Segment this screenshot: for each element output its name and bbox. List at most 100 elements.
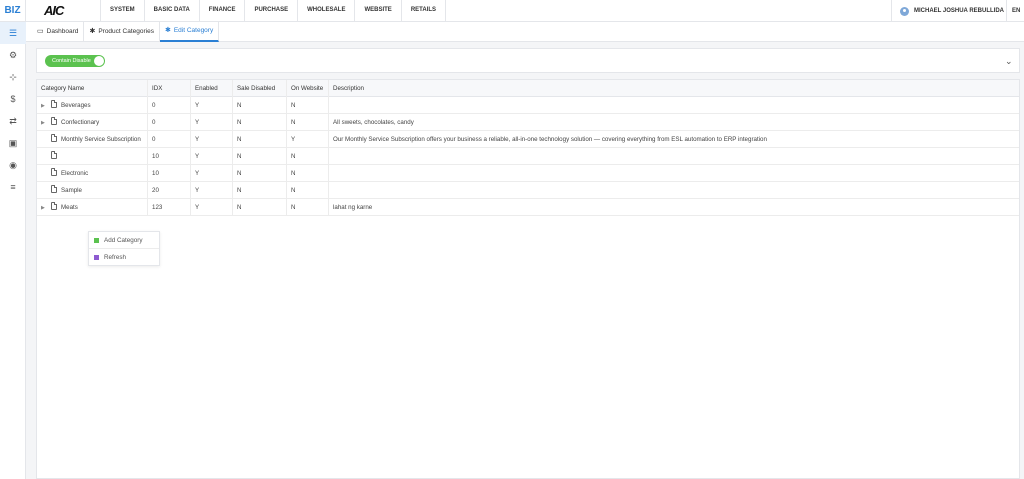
idx-cell: 0 (147, 97, 190, 114)
description-cell: lahat ng karne (328, 199, 1019, 216)
idx-cell: 10 (147, 165, 190, 182)
table-row[interactable]: ▶ Meats 123 Y N N lahat ng karne (37, 199, 1019, 216)
sidebar-item-website[interactable]: ◉ (0, 154, 26, 176)
sidebar-item-menu[interactable]: ≡ (0, 176, 26, 198)
menu-retails[interactable]: RETAILS (400, 0, 447, 22)
category-tree-grid: Category Name IDX Enabled Sale Disabled … (36, 79, 1020, 479)
menu-system[interactable]: SYSTEM (100, 0, 144, 22)
user-avatar-icon (900, 6, 909, 16)
contain-disable-toggle[interactable]: Contain Disable (45, 55, 105, 67)
tab-dashboard[interactable]: ▭ Dashboard (32, 22, 85, 42)
expand-arrow-icon[interactable]: ▶ (41, 98, 51, 114)
add-icon (94, 237, 99, 243)
enabled-cell: Y (190, 114, 232, 131)
menu-wholesale[interactable]: WHOLESALE (297, 0, 354, 22)
top-menu: SYSTEM BASIC DATA FINANCE PURCHASE WHOLE… (100, 0, 447, 22)
sale-disabled-cell: N (232, 148, 286, 165)
tab-label: Product Categories (98, 28, 154, 35)
company-logo[interactable]: AIC (40, 3, 98, 19)
monitor-icon: ▭ (37, 28, 44, 35)
list-icon: ☰ (8, 27, 18, 38)
file-icon (51, 185, 57, 193)
description-cell: All sweets, chocolates, candy (328, 114, 1019, 131)
expand-arrow-icon[interactable]: ▶ (41, 115, 51, 131)
filter-bar: Contain Disable ⌄ (36, 48, 1020, 73)
table-row[interactable]: Sample 20 Y N N (37, 182, 1019, 199)
on-website-cell: N (286, 148, 328, 165)
category-name: Monthly Service Subscription (61, 136, 141, 143)
exchange-icon: ⇄ (9, 115, 17, 126)
column-header-enabled[interactable]: Enabled (190, 80, 232, 97)
tab-label: Dashboard (46, 28, 79, 35)
tab-edit-category[interactable]: ✱ Edit Category (159, 22, 220, 42)
column-header-sale-disabled[interactable]: Sale Disabled (232, 80, 286, 97)
brand-label[interactable]: BIZ (0, 0, 26, 22)
sidebar-item-settings[interactable]: ⚙ (0, 44, 26, 66)
category-name: Sample (61, 187, 82, 194)
table-row[interactable]: ▶ Confectionary 0 Y N N All sweets, choco… (37, 114, 1019, 131)
description-cell (328, 182, 1019, 199)
file-icon (51, 134, 57, 142)
asterisk-icon: ✱ (164, 27, 171, 34)
chevron-down-icon[interactable]: ⌄ (1005, 56, 1013, 67)
on-website-cell: N (286, 182, 328, 199)
menu-item-label: Refresh (104, 254, 127, 261)
enabled-cell: Y (190, 165, 232, 182)
table-row[interactable]: Electronic 10 Y N N (37, 165, 1019, 182)
sidebar: ☰ ⚙ ⊹ $ ⇄ ▣ ◉ ≡ (0, 22, 26, 479)
page-tabs: ▭ Dashboard ✱ Product Categories ✱ Edit … (26, 22, 1024, 42)
dollar-icon: $ (10, 94, 16, 104)
grid-header: Category Name IDX Enabled Sale Disabled … (37, 80, 1019, 97)
sale-disabled-cell: N (232, 131, 286, 148)
idx-cell: 0 (147, 114, 190, 131)
sidebar-item-finance[interactable]: $ (0, 88, 26, 110)
menu-basic-data[interactable]: BASIC DATA (143, 0, 199, 22)
enabled-cell: Y (190, 131, 232, 148)
sidebar-item-cash[interactable]: ▣ (0, 132, 26, 154)
on-website-cell: N (286, 165, 328, 182)
file-icon (51, 117, 57, 125)
sale-disabled-cell: N (232, 199, 286, 216)
language-selector[interactable]: EN (1012, 0, 1020, 22)
enabled-cell: Y (190, 182, 232, 199)
column-header-idx[interactable]: IDX (147, 80, 190, 97)
table-row[interactable]: ▶ Beverages 0 Y N N (37, 97, 1019, 114)
enabled-cell: Y (190, 97, 232, 114)
category-name: Confectionary (61, 119, 100, 126)
menu-finance[interactable]: FINANCE (198, 0, 245, 22)
asterisk-icon: ✱ (89, 28, 96, 35)
gear-icon: ⚙ (8, 49, 18, 60)
sale-disabled-cell: N (232, 165, 286, 182)
column-header-description[interactable]: Description (328, 80, 1019, 97)
idx-cell: 20 (147, 182, 190, 199)
sale-disabled-cell: N (232, 114, 286, 131)
org-chart-icon: ⊹ (9, 71, 17, 82)
on-website-cell: N (286, 97, 328, 114)
tab-product-categories[interactable]: ✱ Product Categories (84, 22, 160, 42)
menu-purchase[interactable]: PURCHASE (244, 0, 297, 22)
idx-cell: 123 (147, 199, 190, 216)
user-menu[interactable]: MICHAEL JOSHUA REBULLIDA (891, 0, 1007, 22)
globe-icon: ◉ (9, 159, 17, 170)
column-header-on-website[interactable]: On Website (286, 80, 328, 97)
sidebar-item-exchange[interactable]: ⇄ (0, 110, 26, 132)
tab-label: Edit Category (173, 27, 214, 34)
category-name: Meats (61, 204, 78, 211)
toggle-knob (94, 56, 104, 66)
cash-icon: ▣ (8, 137, 18, 148)
category-name: Electronic (61, 170, 89, 177)
column-header-category-name[interactable]: Category Name (37, 80, 147, 97)
context-menu: Add Category Refresh (88, 231, 160, 266)
expand-arrow-icon[interactable]: ▶ (41, 200, 51, 216)
sidebar-item-list[interactable]: ☰ (0, 22, 26, 44)
table-row[interactable]: Monthly Service Subscription 0 Y N Y Our… (37, 131, 1019, 148)
refresh-menu-item[interactable]: Refresh (89, 249, 159, 266)
add-category-menu-item[interactable]: Add Category (89, 232, 159, 249)
on-website-cell: N (286, 114, 328, 131)
sidebar-item-organization[interactable]: ⊹ (0, 66, 26, 88)
menu-website[interactable]: WEBSITE (354, 0, 400, 22)
sale-disabled-cell: N (232, 182, 286, 199)
table-row[interactable]: 10 Y N N (37, 148, 1019, 165)
top-bar: BIZ AIC SYSTEM BASIC DATA FINANCE PURCHA… (0, 0, 1024, 22)
idx-cell: 10 (147, 148, 190, 165)
